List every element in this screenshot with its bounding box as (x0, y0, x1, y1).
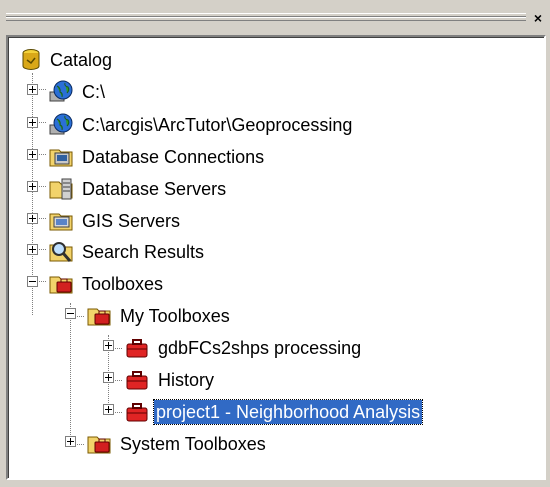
toolboxes-folder-icon (49, 276, 73, 294)
tree-node-database-connections[interactable]: Database Connections (8, 142, 408, 172)
tree-node-label: Database Servers (82, 179, 227, 199)
close-icon: × (533, 10, 543, 26)
database-connections-icon (49, 149, 73, 167)
expand-toggle[interactable] (27, 181, 38, 192)
expand-toggle[interactable] (27, 149, 38, 160)
tree-node-drive-c[interactable]: C:\ (8, 77, 408, 107)
expand-toggle[interactable] (27, 84, 38, 95)
tree-node-label: Search Results (82, 242, 205, 262)
expand-toggle[interactable] (27, 213, 38, 224)
tree-node-label: Toolboxes (82, 274, 164, 294)
tree-node-label: Catalog (50, 50, 113, 70)
tree-node-label: Database Connections (82, 147, 265, 167)
tree-node-label-selected: project1 - Neighborhood Analysis (152, 399, 424, 425)
toolboxes-folder-icon (87, 436, 111, 454)
tree-node-catalog[interactable]: Catalog (8, 45, 408, 75)
expand-toggle[interactable] (103, 372, 114, 383)
collapse-toggle[interactable] (65, 308, 76, 319)
tree-node-search-results[interactable]: Search Results (8, 237, 408, 267)
tree-node-geoprocessing-folder[interactable]: C:\arcgis\ArcTutor\Geoprocessing (8, 110, 508, 140)
database-servers-icon (49, 178, 73, 200)
expand-toggle[interactable] (27, 117, 38, 128)
tree-node-my-toolboxes[interactable]: My Toolboxes (8, 301, 408, 331)
tree-node-toolboxes[interactable]: Toolboxes (8, 269, 408, 299)
gis-servers-icon (49, 213, 73, 231)
tree-node-label: History (158, 370, 215, 390)
catalog-cylinder-icon (22, 49, 40, 70)
tree-node-label: System Toolboxes (120, 434, 266, 454)
tree-node-label: GIS Servers (82, 211, 181, 231)
catalog-tree[interactable]: Catalog C:\ C:\arcgis\ArcTutor\Geoproces… (6, 35, 546, 480)
expand-toggle[interactable] (103, 340, 114, 351)
tree-node-toolbox-history[interactable]: History (8, 365, 408, 395)
tree-node-toolbox-project1[interactable]: project1 - Neighborhood Analysis (8, 397, 528, 427)
tree-node-label: gdbFCs2shps processing (158, 338, 362, 358)
tree-node-toolbox-gdbfcs2shps[interactable]: gdbFCs2shps processing (8, 333, 508, 363)
search-results-icon (49, 242, 73, 262)
panel-title-bar[interactable]: × (0, 0, 550, 36)
tree-node-label: C:\arcgis\ArcTutor\Geoprocessing (82, 115, 353, 135)
close-button[interactable]: × (530, 11, 546, 25)
expand-toggle[interactable] (65, 436, 76, 447)
tree-node-label: My Toolboxes (120, 306, 230, 326)
drag-grip[interactable] (6, 17, 526, 21)
toolboxes-folder-icon (87, 308, 111, 326)
tree-node-system-toolboxes[interactable]: System Toolboxes (8, 429, 408, 459)
toolbox-icon (126, 339, 148, 358)
toolbox-icon (126, 403, 148, 422)
tree-node-database-servers[interactable]: Database Servers (8, 174, 408, 204)
toolbox-icon (126, 371, 148, 390)
tree-node-label: C:\ (82, 82, 106, 102)
collapse-toggle[interactable] (27, 276, 38, 287)
tree-node-gis-servers[interactable]: GIS Servers (8, 206, 408, 236)
globe-drive-icon (49, 113, 73, 135)
expand-toggle[interactable] (27, 244, 38, 255)
expand-toggle[interactable] (103, 404, 114, 415)
globe-drive-icon (49, 80, 73, 102)
